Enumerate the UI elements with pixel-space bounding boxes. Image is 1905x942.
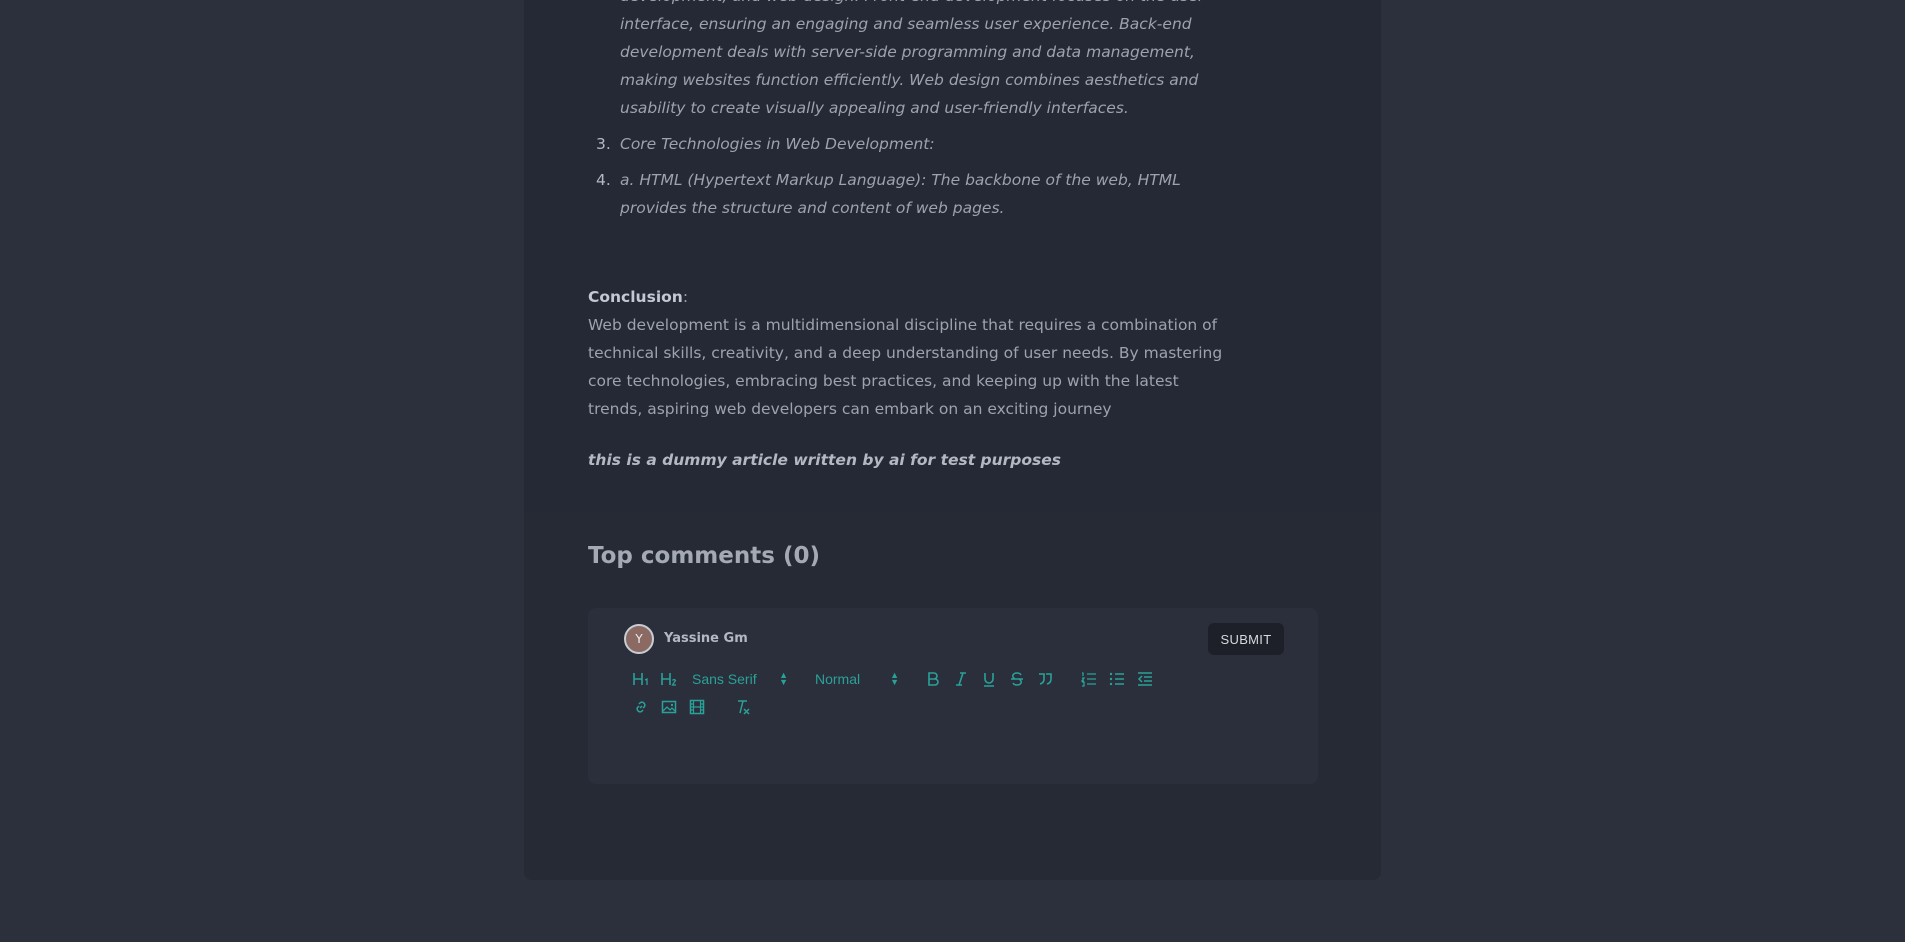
h1-icon[interactable] (632, 670, 650, 688)
underline-icon[interactable] (980, 670, 998, 688)
username: Yassine Gm (664, 631, 748, 646)
avatar: Y (624, 624, 654, 654)
list-item: development, and web design. Front-end d… (620, 0, 1204, 117)
ordered-list: development, and web design. Front-end d… (588, 0, 1228, 222)
strike-icon[interactable] (1008, 670, 1026, 688)
italic-icon[interactable] (952, 670, 970, 688)
submit-button[interactable]: SUBMIT (1208, 623, 1284, 655)
blockquote-icon[interactable] (1036, 670, 1054, 688)
size-picker[interactable]: Normal ▲ ▼ (815, 670, 899, 688)
outdent-icon[interactable] (1136, 670, 1154, 688)
chevron-down-icon: ▼ (779, 677, 788, 687)
comments-title: Top comments (0) (588, 543, 820, 569)
article-page: development, and web design. Front-end d… (524, 0, 1381, 880)
dummy-note: this is a dummy article written by ai fo… (588, 451, 1062, 469)
video-icon[interactable] (688, 698, 706, 716)
ordered-list-icon[interactable] (1080, 670, 1098, 688)
bold-icon[interactable] (924, 670, 942, 688)
conclusion-text: Web development is a multidimensional di… (588, 316, 1223, 418)
bullet-list-icon[interactable] (1108, 670, 1126, 688)
link-icon[interactable] (632, 698, 650, 716)
clear-format-icon[interactable] (734, 698, 752, 716)
chevron-down-icon: ▼ (890, 677, 899, 687)
conclusion-heading: Conclusion (588, 288, 683, 306)
image-icon[interactable] (660, 698, 678, 716)
h2-icon[interactable] (660, 670, 678, 688)
list-item: 4. a. HTML (Hypertext Markup Language): T… (596, 171, 1181, 217)
list-item: 3. Core Technologies in Web Development: (596, 135, 935, 153)
comment-editor[interactable]: Y Yassine Gm SUBMIT Sans Serif ▲ ▼ Norma… (588, 608, 1318, 784)
font-picker[interactable]: Sans Serif ▲ ▼ (692, 670, 788, 688)
article-body: development, and web design. Front-end d… (524, 0, 1381, 512)
conclusion-section: Conclusion: Web development is a multidi… (588, 283, 1228, 423)
